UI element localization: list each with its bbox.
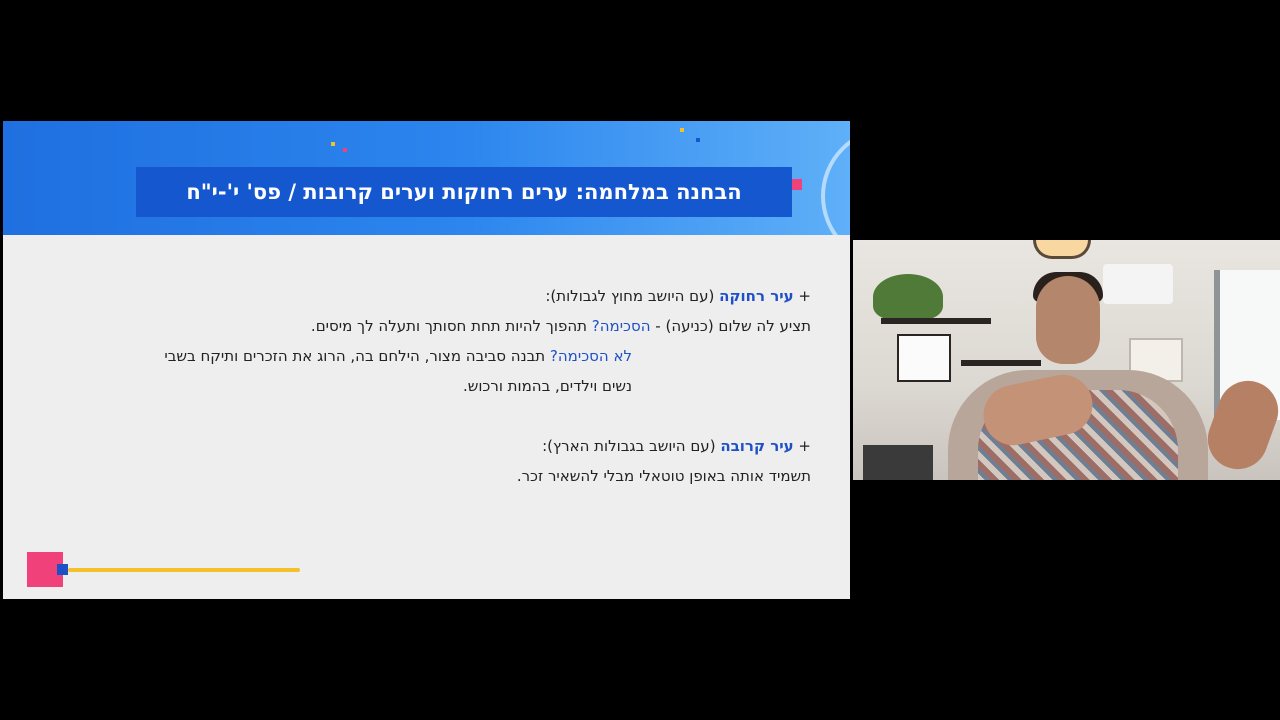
decorative-dot xyxy=(680,128,684,132)
slide-text-line: נשים וילדים, בהמות ורכוש. xyxy=(463,376,632,396)
slide-text-line: תציע לה שלום (כניעה) - הסכימה? תהפוך להי… xyxy=(311,316,811,336)
webcam-video-feed xyxy=(853,240,1280,480)
person-hand xyxy=(1199,372,1280,478)
slide-title-bar: הבחנה במלחמה: ערים רחוקות וערים קרובות /… xyxy=(136,167,792,217)
line-text: תשמיד אותה באופן טוטאלי מבלי להשאיר זכר. xyxy=(516,467,811,485)
wall-shelf xyxy=(881,318,991,324)
slide-header: הבחנה במלחמה: ערים רחוקות וערים קרובות /… xyxy=(3,121,850,235)
slide-text-line: + עיר קרובה (עם היושב בגבולות הארץ): xyxy=(542,436,811,456)
person-head xyxy=(1036,276,1100,364)
not-agreed-question: לא הסכימה? xyxy=(549,347,632,365)
decorative-yellow-line xyxy=(68,568,300,572)
plant xyxy=(873,274,943,320)
presentation-slide: הבחנה במלחמה: ערים רחוקות וערים קרובות /… xyxy=(3,121,850,599)
picture-frame xyxy=(897,334,951,382)
line-text: תבנה סביבה מצור, הילחם בה, הרוג את הזכרי… xyxy=(164,347,550,365)
air-conditioner xyxy=(1103,264,1173,304)
slide-title: הבחנה במלחמה: ערים רחוקות וערים קרובות /… xyxy=(186,180,742,204)
line-text: נשים וילדים, בהמות ורכוש. xyxy=(462,377,632,395)
slide-text-line: לא הסכימה? תבנה סביבה מצור, הילחם בה, הר… xyxy=(164,346,632,366)
agreed-question: הסכימה? xyxy=(591,317,651,335)
bullet-plus: + xyxy=(793,437,811,455)
decorative-arc xyxy=(821,127,850,235)
decorative-dot xyxy=(696,138,700,142)
decorative-blue-square xyxy=(57,564,68,575)
decorative-dot xyxy=(331,142,335,146)
line-text: תציע לה שלום (כניעה) - xyxy=(650,317,811,335)
decorative-dot xyxy=(343,148,347,152)
far-city-description: (עם היושב מחוץ לגבולות): xyxy=(545,287,720,305)
bullet-plus: + xyxy=(793,287,811,305)
wall-shelf xyxy=(961,360,1041,366)
line-text: תהפוך להיות תחת חסותך ותעלה לך מיסים. xyxy=(310,317,592,335)
near-city-description: (עם היושב בגבולות הארץ): xyxy=(542,437,721,455)
ceiling-lamp xyxy=(1033,240,1091,259)
near-city-heading: עיר קרובה xyxy=(720,437,794,455)
title-accent-square xyxy=(792,179,802,190)
chair xyxy=(863,445,933,480)
far-city-heading: עיר רחוקה xyxy=(719,287,794,305)
slide-text-line: תשמיד אותה באופן טוטאלי מבלי להשאיר זכר. xyxy=(517,466,811,486)
slide-text-line: + עיר רחוקה (עם היושב מחוץ לגבולות): xyxy=(545,286,811,306)
